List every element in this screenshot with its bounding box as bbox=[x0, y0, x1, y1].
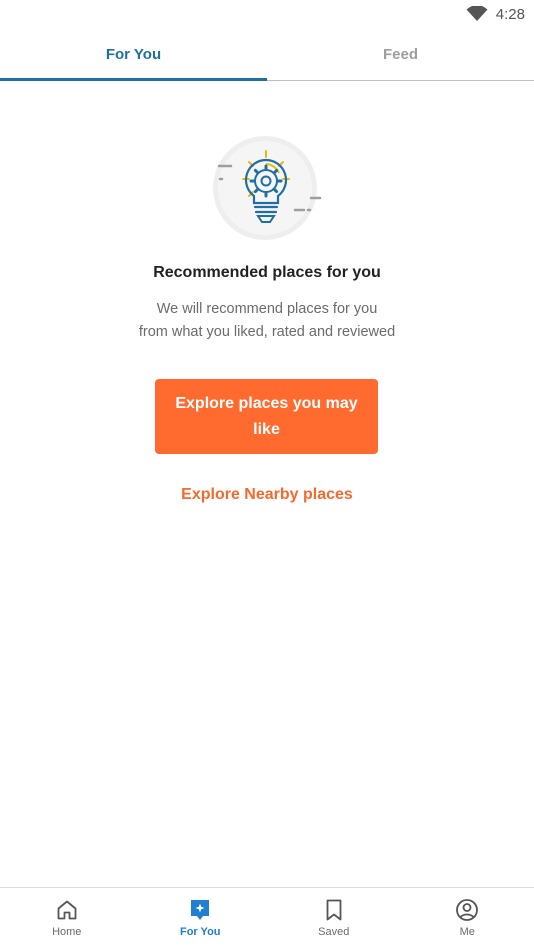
tab-feed[interactable]: Feed bbox=[267, 28, 534, 80]
subtext-line-2: from what you liked, rated and reviewed bbox=[138, 324, 396, 340]
subtext-line-1: We will recommend places for you bbox=[156, 301, 378, 317]
tab-feed-label: Feed bbox=[382, 45, 418, 63]
explore-places-button-label: Explore places you may like bbox=[175, 394, 358, 438]
top-tabs: For You Feed bbox=[0, 28, 534, 81]
nav-item-me[interactable]: Me bbox=[401, 888, 534, 949]
nav-item-saved[interactable]: Saved bbox=[267, 888, 401, 949]
status-time: 4:28 bbox=[495, 5, 525, 23]
nav-label-home: Home bbox=[52, 926, 82, 938]
explore-nearby-link[interactable]: Explore Nearby places bbox=[0, 486, 534, 504]
screen: 4:28 For You Feed Recommended places for… bbox=[0, 0, 534, 949]
nav-label-saved: Saved bbox=[318, 926, 350, 938]
bookmark-icon bbox=[326, 899, 342, 921]
explore-places-button[interactable]: Explore places you may like bbox=[155, 379, 378, 454]
for-you-icon bbox=[191, 900, 210, 920]
home-icon bbox=[57, 900, 77, 920]
status-bar: 4:28 bbox=[0, 0, 534, 28]
nav-item-for-you[interactable]: For You bbox=[134, 888, 268, 949]
subtext: We will recommend places for you from wh… bbox=[0, 298, 534, 344]
wifi-icon bbox=[466, 6, 488, 21]
nav-item-home[interactable]: Home bbox=[0, 888, 134, 949]
headline: Recommended places for you bbox=[153, 264, 381, 281]
profile-icon bbox=[456, 899, 479, 921]
tab-for-you-label: For You bbox=[105, 45, 162, 63]
tab-for-you[interactable]: For You bbox=[0, 28, 267, 81]
nav-label-for-you: For You bbox=[179, 926, 221, 938]
lightbulb-gear-icon bbox=[213, 136, 322, 240]
nav-label-me: Me bbox=[459, 926, 475, 938]
bottom-nav: Home For You Saved Me bbox=[0, 887, 534, 949]
